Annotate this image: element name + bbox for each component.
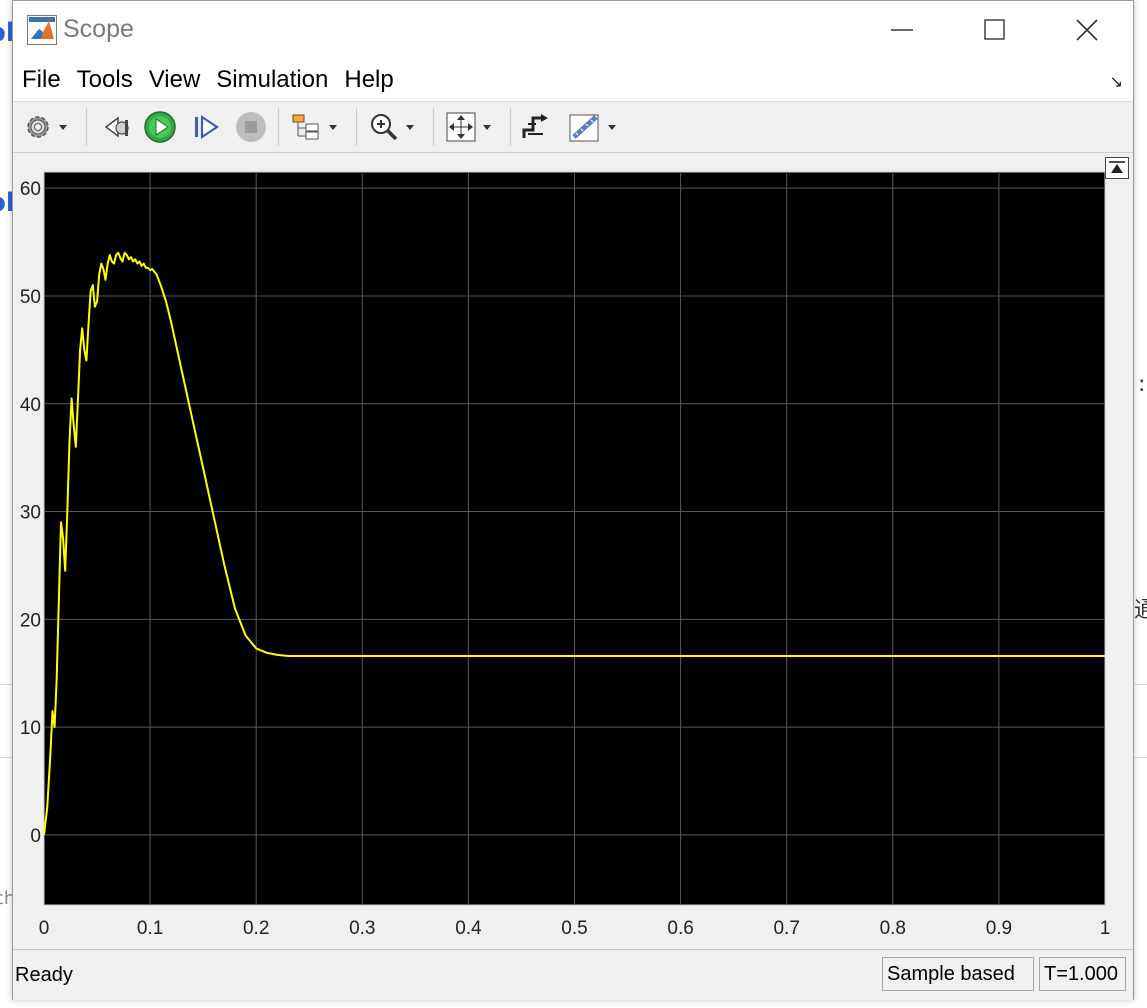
chevron-down-icon[interactable] [608,124,616,130]
trigger-icon [522,114,548,138]
x-tick-label: 0.5 [561,918,587,939]
background-fragment: 通 [1134,598,1147,623]
y-tick-label: 40 [20,395,41,416]
toolbar-separator [86,108,87,146]
toolbar-separator [510,108,511,146]
toolbar-separator [433,108,434,146]
chevron-down-icon[interactable] [329,124,337,130]
scope-window: Scope File Tools View Simulation Help ↘ [12,0,1134,1000]
stop-button[interactable] [235,110,267,144]
gear-icon [27,116,49,138]
step-back-icon [104,116,129,138]
x-tick-label: 0.2 [243,918,269,939]
sample-mode-indicator: Sample based [882,957,1034,991]
minimize-icon [891,29,913,31]
chevron-down-icon[interactable] [59,124,67,130]
minimize-button[interactable] [857,1,949,59]
autoscale-button[interactable] [445,110,491,144]
x-tick-label: 0.9 [986,918,1012,939]
x-tick-label: 1 [1100,918,1111,939]
signal-hierarchy-icon [292,114,319,140]
menu-bar: File Tools View Simulation Help ↘ [13,59,1133,102]
toolbar [13,102,1133,153]
y-tick-label: 60 [20,179,41,200]
menu-tools[interactable]: Tools [69,59,141,101]
toolbar-separator [356,108,357,146]
x-tick-label: 0 [39,918,50,939]
status-bar: Ready Sample based T=1.000 [13,949,1133,1000]
close-button[interactable] [1041,1,1133,59]
configuration-button[interactable] [23,110,67,144]
run-icon [144,111,176,143]
expand-up-icon [1109,161,1125,173]
trigger-button[interactable] [521,110,551,144]
undock-icon[interactable]: ↘ [1110,72,1123,92]
toolbar-separator [278,108,279,146]
step-back-button[interactable] [101,110,131,144]
x-tick-label: 0.7 [773,918,799,939]
maximize-button[interactable] [949,1,1041,59]
x-tick-label: 0.6 [667,918,693,939]
chevron-down-icon[interactable] [483,124,491,130]
maximize-icon [984,19,1005,40]
step-forward-icon [195,114,219,140]
matlab-logo-icon [27,15,57,45]
close-icon [1076,19,1098,41]
y-tick-label: 0 [30,826,41,847]
time-indicator: T=1.000 [1039,957,1126,991]
plot-panel: 0 0.1 0.2 0.3 0.4 0.5 0.6 0.7 0.8 0.9 1 0 10 20 30 40 50… [13,153,1133,949]
menu-view[interactable]: View [141,59,209,101]
chevron-down-icon[interactable] [406,124,414,130]
signal-hierarchy-button[interactable] [291,110,337,144]
x-tick-label: 0.8 [880,918,906,939]
step-forward-button[interactable] [191,110,221,144]
autoscale-icon [446,112,476,142]
scope-plot[interactable]: 0 0.1 0.2 0.3 0.4 0.5 0.6 0.7 0.8 0.9 101020304050… [13,153,1133,949]
x-tick-label: 0.1 [137,918,163,939]
menu-simulation[interactable]: Simulation [208,59,336,101]
menu-help[interactable]: Help [336,59,401,101]
stop-icon [236,112,266,142]
x-tick-label: 0.4 [455,918,482,939]
y-tick-label: 10 [20,718,41,739]
status-text: Ready [15,964,73,986]
y-tick-label: 30 [20,503,41,524]
zoom-in-icon [371,114,398,141]
menu-file[interactable]: File [13,59,69,101]
cursor-measure-icon [569,114,599,142]
background-fragment: : [1138,372,1146,397]
run-button[interactable] [143,110,177,144]
zoom-button[interactable] [368,110,414,144]
cursor-measurements-button[interactable] [568,110,616,144]
title-bar[interactable]: Scope [13,1,1133,59]
restore-legend-button[interactable] [1105,157,1129,179]
y-tick-label: 50 [20,287,41,308]
x-tick-label: 0.3 [349,918,375,939]
window-title: Scope [63,15,134,43]
y-tick-label: 20 [20,610,41,631]
